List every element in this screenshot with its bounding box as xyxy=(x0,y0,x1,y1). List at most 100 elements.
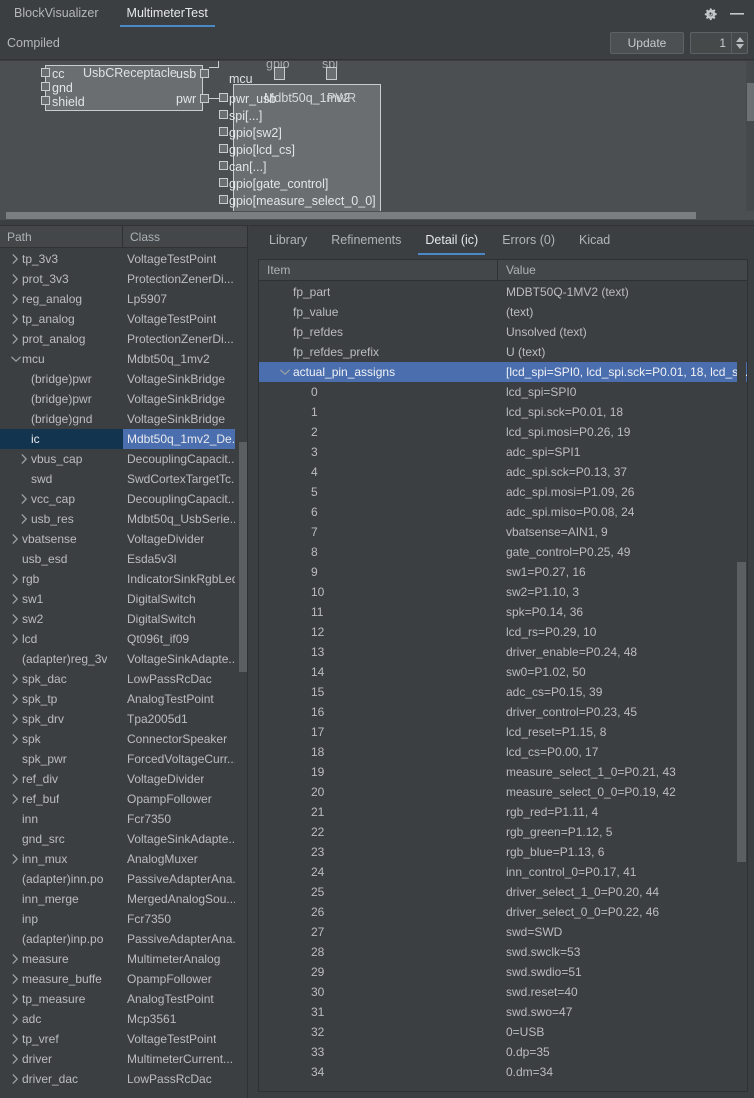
tree-expand-arrow[interactable] xyxy=(18,494,31,504)
tree-expand-arrow[interactable] xyxy=(9,674,22,684)
tree-expand-arrow[interactable] xyxy=(9,534,22,544)
detail-row[interactable]: 8gate_control=P0.25, 49 xyxy=(259,542,747,562)
detail-tab-0[interactable]: Library xyxy=(257,226,319,255)
tree-expand-arrow[interactable] xyxy=(9,314,22,324)
tree-row[interactable]: measureMultimeterAnalog xyxy=(0,949,248,969)
tree-row[interactable]: spk_pwrForcedVoltageCurr... xyxy=(0,749,248,769)
tree-expand-arrow[interactable] xyxy=(18,514,31,524)
detail-tab-2[interactable]: Detail (ic) xyxy=(413,226,490,255)
detail-row[interactable]: 3adc_spi=SPI1 xyxy=(259,442,747,462)
detail-row[interactable]: 15adc_cs=P0.15, 39 xyxy=(259,682,747,702)
detail-row[interactable]: 16driver_control=P0.23, 45 xyxy=(259,702,747,722)
tree-expand-arrow[interactable] xyxy=(9,954,22,964)
diagram-port-usb[interactable] xyxy=(200,69,209,78)
detail-column-header-item[interactable]: Item xyxy=(259,260,498,280)
tree-row[interactable]: (adapter)reg_3vVoltageSinkAdapte... xyxy=(0,649,248,669)
tree-expand-arrow[interactable] xyxy=(9,356,22,363)
tree-row[interactable]: gnd_srcVoltageSinkAdapte... xyxy=(0,829,248,849)
diagram-mcu-port-6[interactable] xyxy=(219,195,228,204)
tree-expand-arrow[interactable] xyxy=(9,334,22,344)
tree-expand-arrow[interactable] xyxy=(9,1074,22,1084)
diagram-mcu-port-5[interactable] xyxy=(219,178,228,187)
tree-column-header-class[interactable]: Class xyxy=(123,226,248,247)
detail-row[interactable]: 22rgb_green=P1.12, 5 xyxy=(259,822,747,842)
tree-expand-arrow[interactable] xyxy=(9,714,22,724)
detail-row[interactable]: 5adc_spi.mosi=P1.09, 26 xyxy=(259,482,747,502)
tree-row[interactable]: usb_resMdbt50q_UsbSerie... xyxy=(0,509,248,529)
detail-row[interactable]: 11spk=P0.14, 36 xyxy=(259,602,747,622)
detail-row[interactable]: 10sw2=P1.10, 3 xyxy=(259,582,747,602)
tree-expand-arrow[interactable] xyxy=(9,1014,22,1024)
tree-row[interactable]: icMdbt50q_1mv2_De... xyxy=(0,429,248,449)
diagram-mcu-port-3[interactable] xyxy=(219,144,228,153)
detail-row[interactable]: 24inn_control_0=P0.17, 41 xyxy=(259,862,747,882)
tree-row[interactable]: measure_buffeOpampFollower xyxy=(0,969,248,989)
detail-row[interactable]: 12lcd_rs=P0.29, 10 xyxy=(259,622,747,642)
tree-expand-arrow[interactable] xyxy=(9,634,22,644)
tree-expand-arrow[interactable] xyxy=(9,694,22,704)
tree-row[interactable]: lcdQt096t_if09 xyxy=(0,629,248,649)
detail-expand-arrow[interactable] xyxy=(277,369,293,376)
tree-row[interactable]: prot_3v3ProtectionZenerDi... xyxy=(0,269,248,289)
detail-vertical-scroll-thumb[interactable] xyxy=(737,562,746,862)
tree-row[interactable]: (adapter)inp.poPassiveAdapterAna... xyxy=(0,929,248,949)
diagram-mcu-port-4[interactable] xyxy=(219,161,228,170)
tree-row[interactable]: inn_mergeMergedAnalogSou... xyxy=(0,889,248,909)
tree-expand-arrow[interactable] xyxy=(9,1054,22,1064)
tree-row[interactable]: spkConnectorSpeaker xyxy=(0,729,248,749)
detail-row[interactable]: 28swd.swclk=53 xyxy=(259,942,747,962)
tree-expand-arrow[interactable] xyxy=(9,734,22,744)
tree-row[interactable]: prot_analogProtectionZenerDi... xyxy=(0,329,248,349)
update-button[interactable]: Update xyxy=(610,32,684,54)
detail-row[interactable]: 320=USB xyxy=(259,1022,747,1042)
tree-row[interactable]: tp_measureAnalogTestPoint xyxy=(0,989,248,1009)
window-tab-0[interactable]: BlockVisualizer xyxy=(0,0,113,27)
detail-row[interactable]: 1lcd_spi.sck=P0.01, 18 xyxy=(259,402,747,422)
detail-row[interactable]: 13driver_enable=P0.24, 48 xyxy=(259,642,747,662)
detail-row[interactable]: 25driver_select_1_0=P0.20, 44 xyxy=(259,882,747,902)
tree-expand-arrow[interactable] xyxy=(9,614,22,624)
tree-expand-arrow[interactable] xyxy=(9,774,22,784)
tree-row[interactable]: tp_3v3VoltageTestPoint xyxy=(0,249,248,269)
detail-row[interactable]: fp_partMDBT50Q-1MV2 (text) xyxy=(259,282,747,302)
detail-row[interactable]: 6adc_spi.miso=P0.08, 24 xyxy=(259,502,747,522)
tree-row[interactable]: tp_analogVoltageTestPoint xyxy=(0,309,248,329)
diagram-mcu-port-2[interactable] xyxy=(219,127,228,136)
diagram-vertical-scrollbar[interactable] xyxy=(746,61,754,211)
minimize-icon[interactable] xyxy=(726,3,748,25)
diagram-port-shield[interactable] xyxy=(41,96,50,105)
detail-row[interactable]: 29swd.swdio=51 xyxy=(259,962,747,982)
detail-row[interactable]: fp_value (text) xyxy=(259,302,747,322)
tree-expand-arrow[interactable] xyxy=(9,1034,22,1044)
detail-row[interactable]: 20measure_select_0_0=P0.19, 42 xyxy=(259,782,747,802)
detail-row[interactable]: 18lcd_cs=P0.00, 17 xyxy=(259,742,747,762)
diagram-mcu-port-1[interactable] xyxy=(219,110,228,119)
detail-row[interactable]: 21rgb_red=P1.11, 4 xyxy=(259,802,747,822)
tree-expand-arrow[interactable] xyxy=(9,254,22,264)
detail-row[interactable]: fp_refdesUnsolved (text) xyxy=(259,322,747,342)
detail-row[interactable]: 7vbatsense=AIN1, 9 xyxy=(259,522,747,542)
tree-expand-arrow[interactable] xyxy=(9,294,22,304)
detail-row[interactable]: 27swd=SWD xyxy=(259,922,747,942)
tree-expand-arrow[interactable] xyxy=(9,594,22,604)
detail-rows-container[interactable]: fp_partMDBT50Q-1MV2 (text)fp_value (text… xyxy=(259,282,747,1091)
tree-row[interactable]: spk_tpAnalogTestPoint xyxy=(0,689,248,709)
tree-row[interactable]: spk_dacLowPassRcDac xyxy=(0,669,248,689)
tree-expand-arrow[interactable] xyxy=(9,974,22,984)
tree-column-header-path[interactable]: Path xyxy=(0,226,123,247)
tree-row[interactable]: spk_drvTpa2005d1 xyxy=(0,709,248,729)
tree-row[interactable]: (bridge)gndVoltageSinkBridge xyxy=(0,409,248,429)
detail-vertical-scrollbar[interactable] xyxy=(737,282,746,1090)
tree-row[interactable]: vcc_capDecouplingCapacit... xyxy=(0,489,248,509)
detail-column-header-value[interactable]: Value xyxy=(498,260,747,280)
tree-row[interactable]: vbus_capDecouplingCapacit... xyxy=(0,449,248,469)
tree-row[interactable]: ref_bufOpampFollower xyxy=(0,789,248,809)
spinner-value[interactable]: 1 xyxy=(691,33,731,53)
detail-row[interactable]: 330.dp=35 xyxy=(259,1042,747,1062)
detail-tab-3[interactable]: Errors (0) xyxy=(490,226,567,255)
detail-row[interactable]: fp_refdes_prefixU (text) xyxy=(259,342,747,362)
tree-rows-container[interactable]: tp_3v3VoltageTestPointprot_3v3Protection… xyxy=(0,249,248,1098)
diagram-port-top-2[interactable] xyxy=(326,67,337,80)
tree-row[interactable]: adcMcp3561 xyxy=(0,1009,248,1029)
spinner-buttons[interactable] xyxy=(731,33,747,53)
